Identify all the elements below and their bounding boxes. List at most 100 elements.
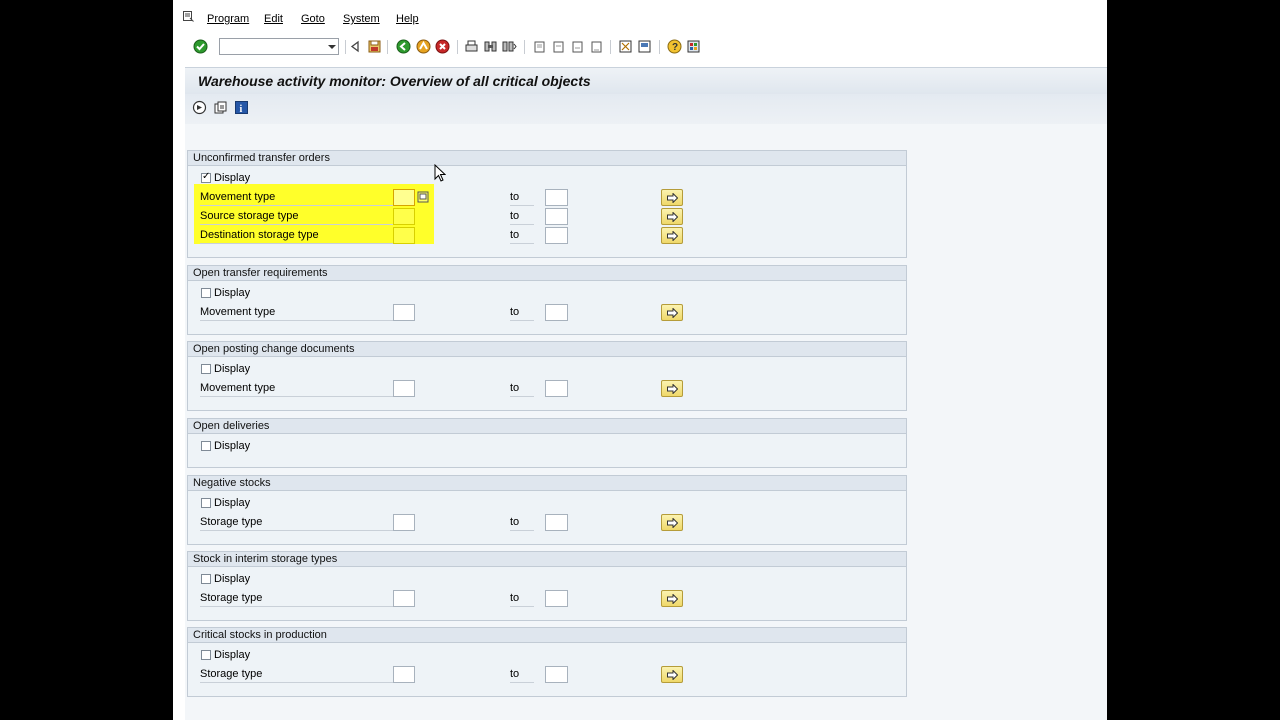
multiple-selection-button[interactable] [661,227,683,244]
toolbar-separator [457,40,458,54]
destination-storage-type-from-input[interactable] [393,227,415,244]
selection-row-storage-type: Storage type to [188,665,908,684]
to-label: to [510,191,534,206]
previous-page-icon[interactable] [551,39,566,54]
display-checkbox[interactable] [201,574,211,584]
display-checkbox-row: Display [188,169,908,188]
multiple-selection-arrow-icon [667,308,678,318]
multiple-selection-button[interactable] [661,590,683,607]
group-open-posting-change-documents: Open posting change documents Display Mo… [187,341,907,411]
multiple-selection-button[interactable] [661,666,683,683]
field-label: Destination storage type [200,229,396,244]
multiple-selection-button[interactable] [661,380,683,397]
field-label: Movement type [200,191,396,206]
storage-type-to-input[interactable] [545,666,568,683]
multiple-selection-button[interactable] [661,304,683,321]
last-page-icon[interactable] [589,39,604,54]
next-page-icon[interactable] [570,39,585,54]
multiple-selection-button[interactable] [661,514,683,531]
menu-goto[interactable]: Goto [301,13,325,25]
selection-screen: Unconfirmed transfer orders Display Move… [185,124,1107,720]
group-unconfirmed-transfer-orders: Unconfirmed transfer orders Display Move… [187,150,907,258]
cancel-icon[interactable] [435,39,450,54]
toolbar-separator [524,40,525,54]
movement-type-from-input[interactable] [393,380,415,397]
display-checkbox[interactable] [201,650,211,660]
find-next-icon[interactable] [502,39,517,54]
group-header: Negative stocks [188,476,906,491]
display-checkbox-label: Display [214,649,251,661]
menu-goto-label: Goto [301,13,325,25]
source-storage-type-from-input[interactable] [393,208,415,225]
multiple-selection-button[interactable] [661,208,683,225]
menu-help[interactable]: Help [396,13,419,25]
source-storage-type-to-input[interactable] [545,208,568,225]
movement-type-to-input[interactable] [545,380,568,397]
multiple-selection-button[interactable] [661,189,683,206]
save-icon[interactable] [367,39,382,54]
selection-row-source-storage-type: Source storage type to [188,207,908,226]
selection-row-movement-type: Movement type to [188,188,908,207]
title-bar: Warehouse activity monitor: Overview of … [185,67,1107,95]
storage-type-to-input[interactable] [545,590,568,607]
display-checkbox-row: Display [188,494,908,513]
toolbar-separator [659,40,660,54]
field-label: Source storage type [200,210,396,225]
selection-row-movement-type: Movement type to [188,303,908,322]
information-icon[interactable]: i [234,100,249,115]
menu-system[interactable]: System [343,13,380,25]
menu-help-label: Help [396,13,419,25]
movement-type-to-input[interactable] [545,189,568,206]
command-field[interactable] [219,38,339,55]
group-open-deliveries: Open deliveries Display [187,418,907,468]
back-icon[interactable] [396,39,411,54]
to-label: to [510,668,534,683]
toolbar-separator [387,40,388,54]
menu-glyph-icon[interactable] [183,11,194,22]
display-checkbox[interactable] [201,171,211,183]
get-variant-icon[interactable] [213,100,228,115]
menu-bar: Program Edit Goto System Help [173,0,1107,36]
enter-icon[interactable] [193,39,208,54]
multiple-selection-arrow-icon [667,518,678,528]
multiple-selection-arrow-icon [667,594,678,604]
display-checkbox[interactable] [201,364,211,374]
menu-edit[interactable]: Edit [264,13,283,25]
help-icon[interactable]: ? [667,39,682,54]
movement-type-from-input[interactable] [393,304,415,321]
first-page-icon[interactable] [532,39,547,54]
create-session-icon[interactable] [618,39,633,54]
to-label: to [510,382,534,397]
execute-icon[interactable] [192,100,207,115]
display-checkbox[interactable] [201,441,211,451]
back-arrow-icon[interactable] [348,39,363,54]
group-negative-stocks: Negative stocks Display Storage type to [187,475,907,545]
storage-type-to-input[interactable] [545,514,568,531]
movement-type-to-input[interactable] [545,304,568,321]
print-icon[interactable] [464,39,479,54]
menu-program[interactable]: Program [207,13,249,25]
field-label: Storage type [200,516,396,531]
application-toolbar: i [185,94,1107,125]
storage-type-from-input[interactable] [393,590,415,607]
toolbar-separator [345,40,346,54]
group-header: Stock in interim storage types [188,552,906,567]
display-checkbox[interactable] [201,498,211,508]
movement-type-from-input[interactable] [393,189,415,206]
shortcut-icon[interactable] [637,39,652,54]
display-checkbox-label: Display [214,573,251,585]
value-help-icon[interactable] [417,191,429,203]
display-checkbox[interactable] [201,288,211,298]
storage-type-from-input[interactable] [393,666,415,683]
group-open-transfer-requirements: Open transfer requirements Display Movem… [187,265,907,335]
sap-window: Program Edit Goto System Help ? Warehous… [173,0,1107,720]
find-icon[interactable] [483,39,498,54]
command-field-dropdown-icon[interactable] [325,39,339,54]
group-header: Critical stocks in production [188,628,906,643]
multiple-selection-arrow-icon [667,670,678,680]
standard-toolbar: ? [173,36,1107,58]
storage-type-from-input[interactable] [393,514,415,531]
exit-icon[interactable] [416,39,431,54]
destination-storage-type-to-input[interactable] [545,227,568,244]
layout-menu-icon[interactable] [686,39,701,54]
